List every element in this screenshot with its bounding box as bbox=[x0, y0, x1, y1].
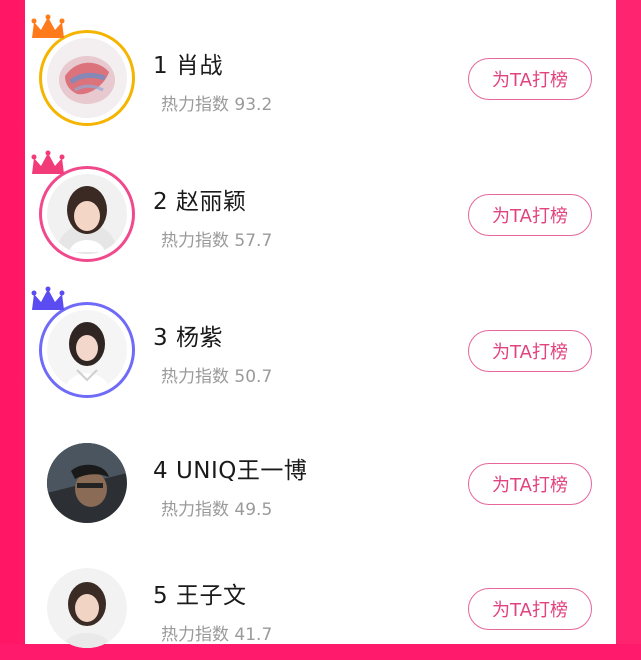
rank-name: 2 赵丽颖 bbox=[153, 189, 247, 215]
ranking-row-1: 1 肖战 热力指数 93.2 为TA打榜 bbox=[25, 0, 616, 130]
rank-name: 1 肖战 bbox=[153, 53, 223, 79]
avatar-image-1 bbox=[47, 38, 127, 118]
avatar-image-3 bbox=[47, 310, 127, 390]
heat-index: 热力指数 93.2 bbox=[161, 95, 273, 115]
ranking-row-5: 5 王子文 热力指数 41.7 为TA打榜 bbox=[25, 530, 616, 660]
ranking-row-3: 3 杨紫 热力指数 50.7 为TA打榜 bbox=[25, 272, 616, 402]
ranking-row-4: 4 UNIQ王一博 热力指数 49.5 为TA打榜 bbox=[25, 405, 616, 535]
heat-index: 热力指数 57.7 bbox=[161, 231, 273, 251]
orange-crown-icon bbox=[31, 14, 65, 38]
purple-crown-icon bbox=[31, 286, 65, 310]
ranking-list-card: 1 肖战 热力指数 93.2 为TA打榜 2 赵丽颖 热力指数 57.7 为TA… bbox=[25, 0, 616, 648]
avatar-1[interactable] bbox=[31, 14, 135, 126]
heat-index: 热力指数 41.7 bbox=[161, 625, 273, 645]
avatar-2[interactable] bbox=[31, 150, 135, 262]
rank-name: 4 UNIQ王一博 bbox=[153, 458, 308, 484]
heat-index: 热力指数 50.7 bbox=[161, 367, 273, 387]
rank-name: 3 杨紫 bbox=[153, 325, 223, 351]
rank-name: 5 王子文 bbox=[153, 583, 247, 609]
avatar-4[interactable] bbox=[39, 435, 135, 531]
pink-crown-icon bbox=[31, 150, 65, 174]
avatar-image-5 bbox=[47, 568, 127, 648]
vote-button[interactable]: 为TA打榜 bbox=[468, 463, 592, 505]
vote-button[interactable]: 为TA打榜 bbox=[468, 194, 592, 236]
avatar-3[interactable] bbox=[31, 286, 135, 398]
vote-button[interactable]: 为TA打榜 bbox=[468, 588, 592, 630]
avatar-image-4 bbox=[47, 443, 127, 523]
app-frame: 1 肖战 热力指数 93.2 为TA打榜 2 赵丽颖 热力指数 57.7 为TA… bbox=[0, 0, 641, 648]
vote-button[interactable]: 为TA打榜 bbox=[468, 58, 592, 100]
heat-index: 热力指数 49.5 bbox=[161, 500, 273, 520]
avatar-5[interactable] bbox=[39, 560, 135, 656]
avatar-image-2 bbox=[47, 174, 127, 254]
ranking-row-2: 2 赵丽颖 热力指数 57.7 为TA打榜 bbox=[25, 136, 616, 266]
vote-button[interactable]: 为TA打榜 bbox=[468, 330, 592, 372]
